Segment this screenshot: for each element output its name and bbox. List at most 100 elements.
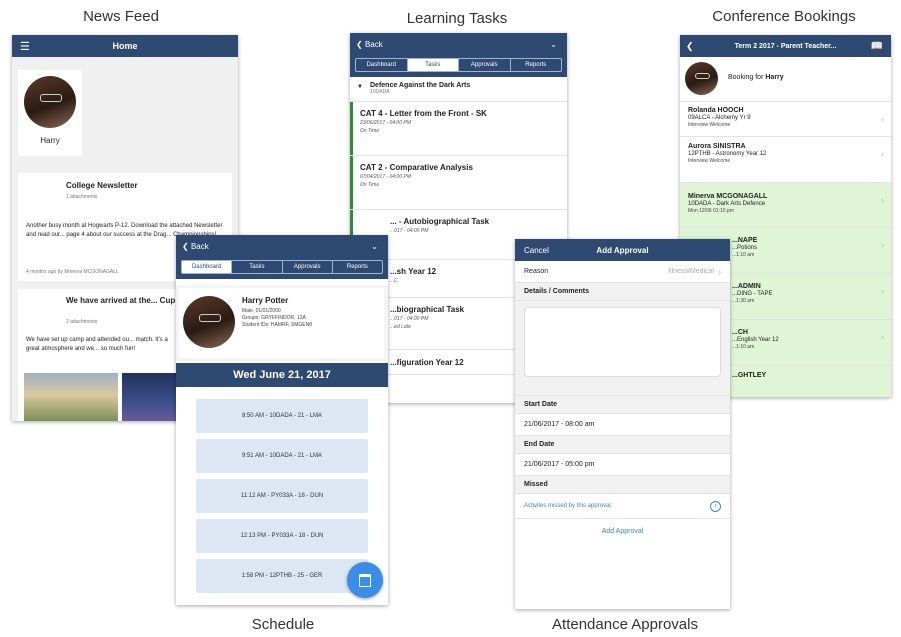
tab-approvals[interactable]: Approvals: [459, 59, 511, 71]
chevron-down-icon[interactable]: ⌄: [371, 242, 378, 251]
add-approval-button[interactable]: Add Approval: [515, 528, 730, 535]
task-title: CAT 4 - Letter from the Front - SK: [360, 109, 487, 118]
tab-tasks[interactable]: Tasks: [407, 59, 459, 71]
subject-group-header[interactable]: ▼ Defence Against the Dark Arts 10DADA: [350, 77, 567, 102]
post-title: We have arrived at the... Cup!: [66, 296, 178, 305]
approval-navbar: Cancel Add Approval: [515, 239, 730, 261]
avatar: [183, 296, 235, 348]
task-item[interactable]: CAT 4 - Letter from the Front - SK 23/06…: [350, 102, 567, 156]
reason-row[interactable]: Reason Illness/Medical ›: [515, 261, 730, 283]
details-textarea[interactable]: [524, 307, 721, 377]
post-title: College Newsletter: [66, 181, 138, 190]
schedule-slot[interactable]: 11:12 AM - PY033A - 18 - DUN: [196, 479, 368, 513]
task-date: ...017 - 04:00 PM: [390, 228, 429, 234]
book-icon[interactable]: 📖: [871, 41, 883, 52]
task-status: On Time: [360, 182, 380, 188]
task-item[interactable]: CAT 2 - Comparative Analysis 07/04/2017 …: [350, 156, 567, 210]
teacher-row[interactable]: Aurora SINISTRA 12PTHB - Astronomy Year …: [680, 137, 891, 183]
tab-reports[interactable]: Reports: [511, 59, 562, 71]
tab-reports[interactable]: Reports: [333, 261, 382, 273]
tab-bar: Dashboard Tasks Approvals Reports: [176, 257, 388, 279]
teacher-name: ...CH: [732, 329, 748, 336]
booking-prefix: Booking for: [728, 74, 764, 81]
missed-header: Missed: [515, 476, 730, 494]
caption-news-feed: News Feed: [83, 8, 159, 25]
chevron-right-icon: ›: [881, 149, 884, 159]
chevron-down-icon[interactable]: ⌄: [550, 40, 557, 49]
teacher-class: ...Potions: [732, 245, 758, 251]
schedule-slot[interactable]: 8:50 AM - 10DADA - 21 - LMA: [196, 399, 368, 433]
tab-tasks[interactable]: Tasks: [232, 261, 283, 273]
teacher-meta: Interview Welcome: [688, 158, 731, 164]
menu-icon[interactable]: ☰: [20, 40, 30, 53]
details-header: Details / Comments: [515, 283, 730, 301]
teacher-meta: ...1:30 am: [732, 298, 755, 304]
info-icon[interactable]: i: [710, 500, 721, 512]
teacher-name: ...NAPE: [732, 237, 758, 244]
task-status: On Time: [360, 128, 380, 134]
teacher-class: ...DING - TAPE: [732, 291, 773, 297]
booking-header: Booking for Harry: [680, 57, 891, 102]
tab-approvals[interactable]: Approvals: [283, 261, 333, 273]
student-line: Groups: GRYFFINDOR, 12A: [242, 315, 306, 321]
teacher-name: ...ADMIN: [732, 283, 761, 290]
student-line: Student IDs: HAMRF, SMGEN8: [242, 322, 313, 328]
teacher-meta: ...1:10 am: [732, 252, 755, 258]
teacher-row[interactable]: Rolanda HOOCH 09ALCA - Alchemy Yr 9 Inte…: [680, 102, 891, 137]
tab-dashboard[interactable]: Dashboard: [182, 261, 233, 273]
subject-code: 10DADA: [370, 89, 390, 95]
end-date-field[interactable]: 21/06/2017 - 05:00 pm: [515, 454, 730, 476]
chevron-right-icon: ›: [881, 286, 884, 296]
teacher-class: 09ALCA - Alchemy Yr 9: [688, 115, 751, 121]
avatar: [24, 76, 76, 128]
attendance-approval-screen: Cancel Add Approval Reason Illness/Medic…: [515, 239, 730, 609]
teacher-row[interactable]: Minerva MCGONAGALL 10DADA - Dark Arts De…: [680, 183, 891, 228]
teacher-meta: Interview Welcome: [688, 122, 731, 128]
schedule-slot[interactable]: 9:51 AM - 10DADA - 21 - LMA: [196, 439, 368, 473]
post-body: We have set up camp and attended ou... m…: [26, 337, 168, 352]
calendar-fab[interactable]: [347, 562, 383, 598]
back-label: Back: [190, 241, 209, 251]
chevron-left-icon[interactable]: ❮: [686, 41, 694, 52]
teacher-name: Rolanda HOOCH: [688, 107, 744, 114]
profile-card[interactable]: Harry: [18, 70, 82, 156]
post-attachments: 2 attachments: [66, 319, 98, 325]
teacher-class: ...English Year 12: [732, 337, 779, 343]
start-date-header: Start Date: [515, 396, 730, 414]
post-photo[interactable]: [122, 373, 182, 421]
back-label: Back: [364, 39, 383, 49]
post-attachments: 1 attachments: [66, 194, 98, 200]
reason-value: Illness/Medical: [668, 268, 714, 275]
missed-link[interactable]: Activites missed by this approval: [524, 503, 611, 509]
teacher-class: 12PTHB - Astronomy Year 12: [688, 151, 767, 157]
task-date: 23/06/2017 - 04:00 PM: [360, 120, 411, 126]
missed-row[interactable]: Activites missed by this approval i: [515, 494, 730, 519]
teacher-meta: Mon 12/06 01:10 pm: [688, 208, 734, 214]
booking-for: Booking for Harry: [728, 74, 784, 81]
schedule-slot[interactable]: 12:13 PM - PY033A - 18 - DUN: [196, 519, 368, 553]
schedule-slot[interactable]: 1:58 PM - 12PTHB - 25 - GER: [196, 559, 368, 593]
student-name: Harry Potter: [242, 296, 289, 305]
cancel-button[interactable]: Cancel: [524, 246, 549, 255]
chevron-left-icon: ❮: [182, 241, 189, 251]
booking-name: Harry: [765, 74, 784, 81]
start-date-field[interactable]: 21/06/2017 - 08:00 am: [515, 414, 730, 436]
post-meta: 4 months ago by Minerva MCGONAGALL: [26, 269, 119, 275]
tab-dashboard[interactable]: Dashboard: [356, 59, 408, 71]
conference-title: Term 2 2017 - Parent Teacher...: [734, 42, 837, 50]
chevron-right-icon: ›: [718, 266, 721, 277]
schedule-screen: ❮ Back ⌄ Dashboard Tasks Approvals Repor…: [176, 235, 388, 605]
chevron-right-icon: ›: [881, 195, 884, 205]
learning-tasks-navbar: ❮ Back ⌄: [350, 33, 567, 55]
task-date: 07/04/2017 - 04:00 PM: [360, 174, 411, 180]
back-button[interactable]: ❮ Back: [182, 242, 209, 251]
subject-title: Defence Against the Dark Arts: [370, 82, 471, 89]
chevron-right-icon: ›: [881, 114, 884, 124]
back-button[interactable]: ❮ Back: [356, 40, 383, 49]
news-feed-navbar: ☰ Home: [12, 35, 238, 57]
calendar-icon: [359, 573, 371, 587]
post-photo[interactable]: [24, 373, 118, 421]
start-date-value: 21/06/2017 - 08:00 am: [524, 421, 595, 428]
end-date-header: End Date: [515, 436, 730, 454]
tab-bar: Dashboard Tasks Approvals Reports: [350, 55, 567, 77]
